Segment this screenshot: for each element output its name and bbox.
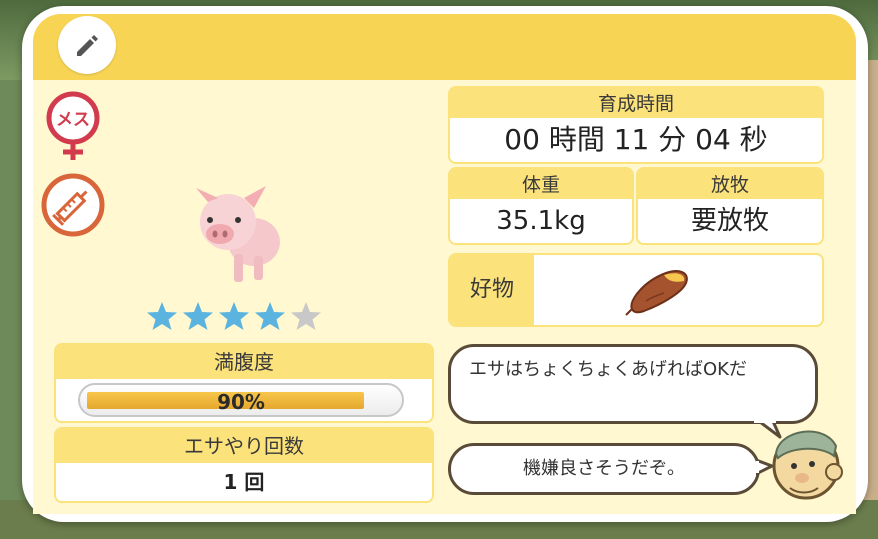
satiety-label: 満腹度: [56, 345, 432, 379]
star-filled-icon: [147, 302, 177, 330]
edit-button[interactable]: [58, 16, 116, 74]
sweet-potato-icon: [625, 270, 688, 316]
pencil-icon: [77, 35, 98, 56]
mood-bubble: 機嫌良さそうだぞ。: [448, 443, 760, 495]
satiety-panel: 満腹度 90%: [54, 343, 434, 423]
grazing-value: 要放牧: [638, 199, 822, 243]
weight-value: 35.1kg: [450, 199, 632, 243]
feed-count-panel: エサやり回数 1 回: [54, 427, 434, 503]
gender-text: メス: [56, 110, 90, 130]
feed-count-value: 1 回: [56, 463, 432, 501]
header-bar: [33, 14, 856, 80]
star-filled-icon: [255, 302, 285, 330]
star-filled-icon: [183, 302, 213, 330]
farmer-avatar: [764, 416, 854, 506]
mood-text: 機嫌良さそうだぞ。: [523, 458, 685, 479]
star-empty-icon: [291, 302, 321, 330]
raising-time-panel: 育成時間 00 時間 11 分 04 秒: [448, 86, 824, 164]
favorite-food-panel: 好物: [448, 253, 824, 327]
raising-time-label: 育成時間: [450, 88, 822, 118]
pig-character: [182, 180, 292, 290]
rating-stars: [146, 300, 322, 332]
weight-label: 体重: [450, 169, 632, 199]
grazing-label: 放牧: [638, 169, 822, 199]
female-badge: メス: [42, 90, 104, 160]
satiety-value: 90%: [217, 390, 265, 414]
weight-panel: 体重 35.1kg: [448, 167, 634, 245]
advice-bubble: エサはちょくちょくあげればOKだ: [448, 344, 818, 424]
feed-count-label: エサやり回数: [56, 429, 432, 463]
grazing-panel: 放牧 要放牧: [636, 167, 824, 245]
star-filled-icon: [219, 302, 249, 330]
syringe-icon: [41, 173, 105, 237]
advice-text: エサはちょくちょくあげればOKだ: [469, 359, 747, 380]
favorite-label: 好物: [450, 255, 534, 325]
satiety-bar: 90%: [78, 383, 404, 417]
raising-time-value: 00 時間 11 分 04 秒: [450, 118, 822, 162]
vaccine-badge: [40, 172, 105, 237]
